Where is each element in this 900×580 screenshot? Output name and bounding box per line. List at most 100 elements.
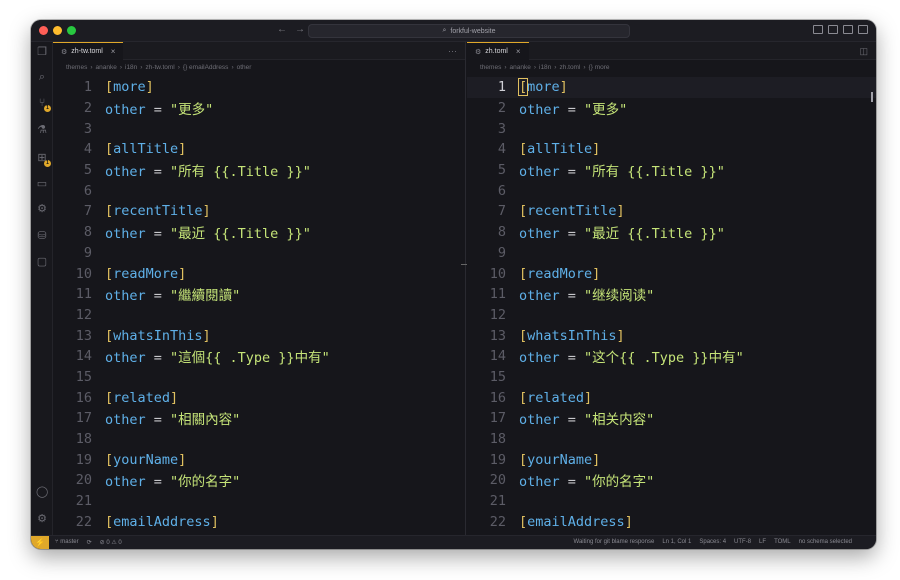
code-line[interactable]: 18 (467, 429, 876, 450)
source-control-icon[interactable]: ⑂ 1 (36, 97, 51, 112)
arrow-right-icon[interactable]: → (295, 24, 305, 35)
code-line[interactable]: 14 other = "这个{{ .Type }}中有" (467, 346, 876, 367)
code-line[interactable]: 1 [more] (53, 77, 465, 98)
code-line[interactable]: 21 (53, 491, 465, 512)
line-number: 10 (75, 265, 92, 282)
code-line[interactable]: 10 [readMore] (467, 263, 876, 284)
code-line[interactable]: 2 other = "更多" (53, 98, 465, 119)
git-blame-status[interactable]: Waiting for git blame response (574, 539, 655, 545)
code-line[interactable]: 11 other = "繼續閱讀" (53, 284, 465, 305)
customize-layout-icon[interactable] (858, 25, 868, 34)
arrow-left-icon[interactable]: ← (277, 24, 287, 35)
code-editor[interactable]: 1 [more] 2 other = "更多" 3 4 [allTitle] 5 other =… (53, 74, 465, 535)
problems-indicator[interactable]: ⊘ 0 ⚠ 0 (100, 539, 122, 546)
breadcrumb-item[interactable]: themes (480, 64, 501, 71)
code-line[interactable]: 18 (53, 429, 465, 450)
code-line[interactable]: 15 (53, 367, 465, 388)
code-line[interactable]: 14 other = "這個{{ .Type }}中有" (53, 346, 465, 367)
breadcrumb-item[interactable]: ananke (96, 64, 117, 71)
extensions-icon[interactable]: ⊞ 1 (36, 152, 51, 167)
breadcrumb-item[interactable]: zh.toml (559, 64, 580, 71)
indentation[interactable]: Spaces: 4 (699, 539, 726, 545)
toggle-secondary-sidebar-icon[interactable] (843, 25, 853, 34)
chat-icon[interactable]: ▢ (36, 256, 48, 268)
code-line[interactable]: 3 (467, 118, 876, 139)
breadcrumb-item[interactable]: themes (66, 64, 87, 71)
code-line[interactable]: 8 other = "最近 {{.Title }}" (467, 222, 876, 243)
command-center[interactable]: ⌕ forkful-website (308, 24, 630, 38)
scrollbar-thumb[interactable] (871, 92, 873, 102)
code-line[interactable]: 7 [recentTitle] (53, 201, 465, 222)
code-line[interactable]: 19 [yourName] (467, 449, 876, 470)
code-line[interactable]: 4 [allTitle] (467, 139, 876, 160)
toggle-sidebar-icon[interactable] (813, 25, 823, 34)
breadcrumb-item[interactable]: {} more (589, 64, 610, 71)
run-debug-icon[interactable]: ⚙ (36, 203, 48, 215)
code-line[interactable]: 16 [related] (467, 387, 876, 408)
code-line[interactable]: 3 (53, 118, 465, 139)
code-line[interactable]: 21 (467, 491, 876, 512)
encoding[interactable]: UTF-8 (734, 539, 751, 545)
code-line[interactable]: 19 [yourName] (53, 449, 465, 470)
code-line[interactable]: 8 other = "最近 {{.Title }}" (53, 222, 465, 243)
code-line[interactable]: 17 other = "相關內容" (53, 408, 465, 429)
cursor-position[interactable]: Ln 1, Col 1 (662, 539, 691, 545)
sync-icon[interactable]: ⟳ (87, 539, 92, 546)
close-window-button[interactable] (39, 26, 48, 35)
database-icon[interactable]: ⛁ (36, 230, 48, 242)
language-mode[interactable]: TOML (774, 539, 791, 545)
code-line[interactable]: 22 [emailAddress] (53, 511, 465, 532)
string-value: "继续阅读" (584, 288, 655, 305)
code-line[interactable]: 22 [emailAddress] (467, 511, 876, 532)
code-line[interactable]: 6 (467, 180, 876, 201)
account-icon[interactable]: ◯ (36, 486, 48, 498)
code-line[interactable]: 4 [allTitle] (53, 139, 465, 160)
remote-indicator-icon[interactable]: ⚡ (31, 536, 49, 549)
code-line[interactable]: 12 (467, 305, 876, 326)
explorer-icon[interactable]: ❐ (36, 46, 48, 58)
code-line[interactable]: 2 other = "更多" (467, 98, 876, 119)
code-editor[interactable]: 1 [more] 2 other = "更多" 3 4 [allTitle] 5 other =… (467, 74, 876, 535)
code-line[interactable]: 15 (467, 367, 876, 388)
more-actions-icon[interactable]: ⋯ (448, 46, 457, 57)
code-line[interactable]: 20 other = "你的名字" (467, 470, 876, 491)
tab-zh-tw-toml[interactable]: ⚙ zh-tw.toml × (53, 42, 124, 60)
close-icon[interactable]: × (516, 47, 521, 56)
code-line[interactable]: 7 [recentTitle] (467, 201, 876, 222)
close-icon[interactable]: × (111, 47, 116, 56)
zoom-window-button[interactable] (67, 26, 76, 35)
breadcrumb-item[interactable]: i18n (539, 64, 551, 71)
breadcrumb-item[interactable]: {} emailAddress (183, 64, 229, 71)
code-line[interactable]: 5 other = "所有 {{.Title }}" (467, 160, 876, 181)
code-line[interactable]: 9 (53, 243, 465, 264)
branch-indicator[interactable]: ⑂ master (55, 539, 79, 546)
code-line[interactable]: 9 (467, 243, 876, 264)
code-line[interactable]: 20 other = "你的名字" (53, 470, 465, 491)
code-line[interactable]: 11 other = "继续阅读" (467, 284, 876, 305)
testing-icon[interactable]: ⚗ (36, 124, 48, 136)
code-line[interactable]: 13 [whatsInThis] (53, 325, 465, 346)
code-line[interactable]: 6 (53, 180, 465, 201)
code-line[interactable]: 17 other = "相关内容" (467, 408, 876, 429)
code-line[interactable]: 10 [readMore] (53, 263, 465, 284)
code-line[interactable]: 1 [more] (467, 77, 876, 98)
search-icon[interactable]: ⌕ (36, 71, 48, 83)
code-line[interactable]: 13 [whatsInThis] (467, 325, 876, 346)
gear-icon[interactable]: ⚙ (36, 513, 48, 525)
schema-status[interactable]: no schema selected (799, 539, 852, 545)
breadcrumb-item[interactable]: zh-tw.toml (145, 64, 174, 71)
close-bracket: ] (178, 141, 187, 158)
minimize-window-button[interactable] (53, 26, 62, 35)
breadcrumb-item[interactable]: i18n (125, 64, 137, 71)
code-line[interactable]: 5 other = "所有 {{.Title }}" (53, 160, 465, 181)
code-line[interactable]: 16 [related] (53, 387, 465, 408)
toggle-panel-icon[interactable] (828, 25, 838, 34)
tab-zh-toml[interactable]: ⚙ zh.toml × (467, 42, 529, 60)
breadcrumb-item[interactable]: ananke (510, 64, 531, 71)
split-editor-icon[interactable]: ◫ (859, 46, 868, 57)
line-number: 14 (489, 348, 506, 365)
remote-explorer-icon[interactable]: ▭ (36, 178, 48, 190)
code-line[interactable]: 12 (53, 305, 465, 326)
breadcrumb-item[interactable]: other (237, 64, 252, 71)
end-of-line[interactable]: LF (759, 539, 766, 545)
